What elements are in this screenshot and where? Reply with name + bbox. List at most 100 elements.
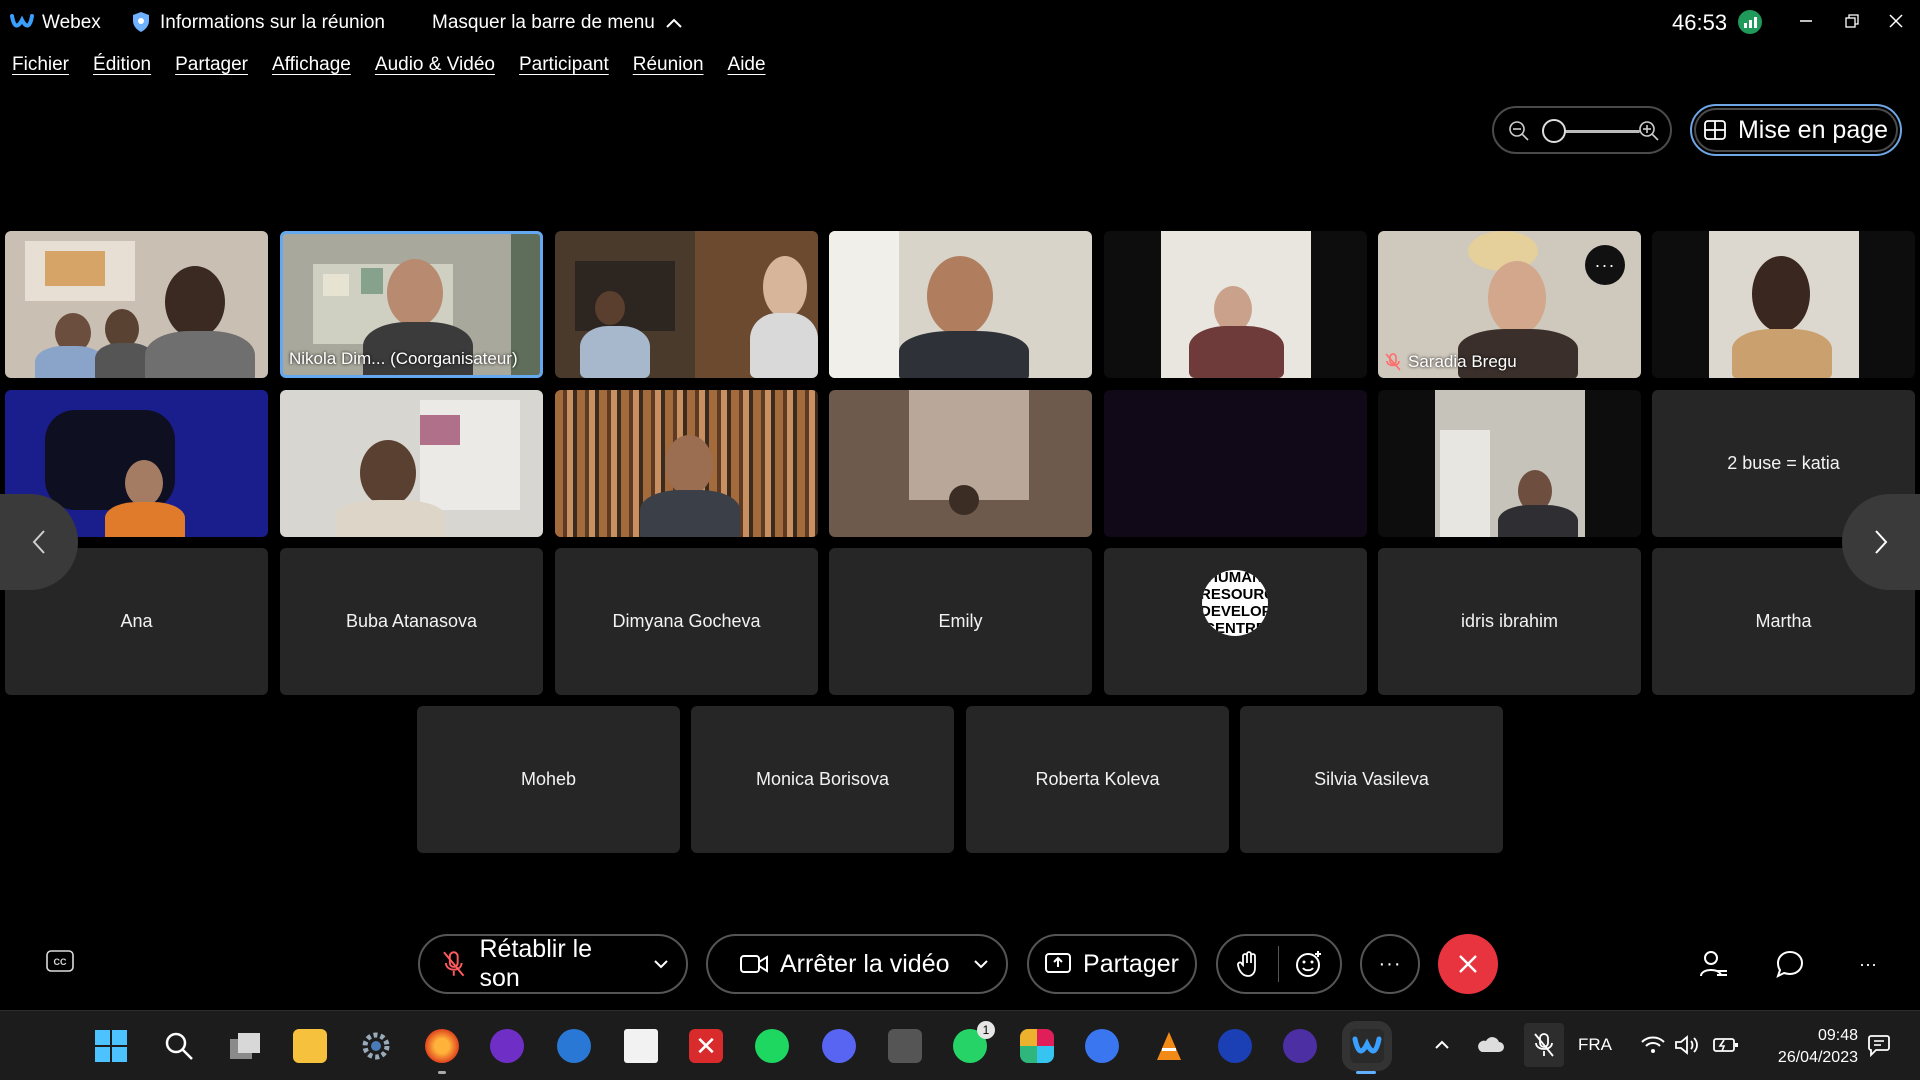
close-icon	[1459, 955, 1477, 973]
chat-icon	[1776, 950, 1804, 978]
raise-hand-button[interactable]	[1218, 951, 1278, 977]
menu-edition[interactable]: Édition	[93, 54, 151, 76]
onedrive-icon[interactable]	[1476, 1033, 1504, 1057]
person-head	[165, 266, 225, 338]
shield-icon[interactable]	[132, 11, 150, 33]
zoom-knob[interactable]	[1542, 119, 1566, 143]
hide-menu-bar-button[interactable]: Masquer la barre de menu	[432, 12, 683, 34]
participants-panel-button[interactable]	[1698, 948, 1730, 980]
vpn-app-icon[interactable]	[1218, 1029, 1252, 1063]
podcast-app-icon[interactable]	[490, 1029, 524, 1063]
input-language[interactable]: FRA	[1578, 1035, 1612, 1055]
participant-video-tile[interactable]	[1104, 231, 1367, 378]
grid-layout-icon	[1704, 120, 1726, 140]
menu-reunion[interactable]: Réunion	[633, 54, 704, 76]
vlc-icon[interactable]	[1152, 1029, 1186, 1063]
chevron-down-icon	[974, 960, 988, 969]
participant-tile[interactable]: idris ibrahim	[1378, 548, 1641, 695]
show-hidden-icons-button[interactable]	[1430, 1033, 1454, 1057]
participant-video-tile[interactable]	[829, 231, 1092, 378]
battery-charging-icon[interactable]	[1712, 1033, 1740, 1057]
more-options-button[interactable]: ···	[1585, 245, 1625, 285]
mu-app-icon[interactable]	[1283, 1029, 1317, 1063]
person-head	[927, 256, 993, 336]
participant-tile[interactable]: Buba Atanasova	[280, 548, 543, 695]
chip-app-icon[interactable]	[888, 1029, 922, 1063]
share-button[interactable]: Partager	[1027, 934, 1197, 994]
windows-start-icon[interactable]	[94, 1029, 128, 1063]
microphone-muted-tray[interactable]	[1524, 1023, 1564, 1067]
mail-app-icon[interactable]	[557, 1029, 591, 1063]
menu-affichage[interactable]: Affichage	[272, 54, 351, 76]
notifications-icon[interactable]	[1866, 1033, 1892, 1057]
search-icon[interactable]	[162, 1029, 196, 1063]
participant-tile[interactable]: HUMAN RESOURCE DEVELOP CENTRE	[1104, 548, 1367, 695]
video-control: Arrêter la vidéo	[706, 934, 1008, 994]
signal-app-icon[interactable]	[1085, 1029, 1119, 1063]
more-panels-button[interactable]: ···	[1852, 948, 1884, 980]
reactions-button[interactable]	[1279, 950, 1341, 978]
zoom-slider[interactable]	[1492, 106, 1672, 154]
volume-icon[interactable]	[1674, 1033, 1700, 1057]
participant-video-tile[interactable]	[1104, 390, 1367, 537]
unmute-button[interactable]: Rétablir le son	[420, 935, 636, 993]
slack-icon[interactable]	[1020, 1029, 1054, 1063]
window-light	[1440, 430, 1490, 537]
participant-tile[interactable]: Emily	[829, 548, 1092, 695]
leave-meeting-button[interactable]	[1438, 934, 1498, 994]
firefox-icon[interactable]	[425, 1029, 459, 1063]
layout-button[interactable]: Mise en page	[1690, 104, 1902, 156]
zoom-in-icon[interactable]	[1638, 120, 1660, 142]
muted-mic-icon	[1534, 1033, 1554, 1057]
audio-options-button[interactable]	[636, 959, 686, 969]
participant-tile[interactable]: Silvia Vasileva	[1240, 706, 1503, 853]
closed-captions-icon[interactable]: CC	[46, 950, 74, 972]
person-body	[105, 502, 185, 537]
notification-badge: 1	[977, 1021, 995, 1039]
participant-tile[interactable]: Monica Borisova	[691, 706, 954, 853]
webex-taskbar-icon[interactable]	[1342, 1021, 1392, 1071]
task-view-icon[interactable]	[228, 1029, 262, 1063]
menu-participant[interactable]: Participant	[519, 54, 609, 76]
discord-icon[interactable]	[822, 1029, 856, 1063]
participant-video-tile[interactable]: ··· Saradia Bregu	[1378, 231, 1641, 378]
spotify-icon[interactable]	[755, 1029, 789, 1063]
share-screen-icon	[1045, 953, 1072, 973]
network-health-icon[interactable]	[1738, 10, 1762, 34]
file-explorer-icon[interactable]	[293, 1029, 327, 1063]
zoom-out-icon[interactable]	[1508, 120, 1530, 142]
more-options-button[interactable]: ···	[1360, 934, 1420, 994]
participant-video-tile[interactable]	[555, 390, 818, 537]
menu-fichier[interactable]: Fichier	[12, 54, 69, 76]
close-window-button[interactable]	[1876, 6, 1916, 36]
participant-tile[interactable]: Roberta Koleva	[966, 706, 1229, 853]
menu-partager[interactable]: Partager	[175, 54, 248, 76]
video-options-button[interactable]	[956, 959, 1006, 969]
curtain	[909, 390, 1029, 500]
participant-video-tile[interactable]	[555, 231, 818, 378]
notepad-icon[interactable]	[624, 1029, 658, 1063]
participant-video-tile[interactable]	[5, 231, 268, 378]
participant-name-muted: Saradia Bregu	[1384, 352, 1517, 372]
participant-video-tile[interactable]	[280, 390, 543, 537]
menu-audio-video[interactable]: Audio & Vidéo	[375, 54, 495, 76]
participant-video-tile[interactable]	[1652, 231, 1915, 378]
muted-mic-icon	[1385, 353, 1401, 371]
restore-button[interactable]	[1832, 6, 1872, 36]
participant-tile[interactable]: Dimyana Gocheva	[555, 548, 818, 695]
chat-panel-button[interactable]	[1774, 948, 1806, 980]
clock[interactable]: 09:48 26/04/2023	[1758, 1025, 1858, 1069]
participant-video-tile[interactable]	[1378, 390, 1641, 537]
participant-tile[interactable]: Moheb	[417, 706, 680, 853]
xmind-icon[interactable]: ✕	[689, 1029, 723, 1063]
person-body	[145, 331, 255, 378]
menu-aide[interactable]: Aide	[728, 54, 766, 76]
settings-gear-icon[interactable]	[359, 1029, 393, 1063]
minimize-button[interactable]	[1786, 6, 1826, 36]
participant-video-tile[interactable]	[829, 390, 1092, 537]
participant-video-tile-active[interactable]: Nikola Dim... (Coorganisateur)	[280, 231, 543, 378]
meeting-info-link[interactable]: Informations sur la réunion	[160, 12, 385, 34]
stop-video-button[interactable]: Arrêter la vidéo	[708, 950, 956, 979]
wifi-icon[interactable]	[1640, 1033, 1666, 1057]
stop-video-label: Arrêter la vidéo	[780, 949, 950, 978]
